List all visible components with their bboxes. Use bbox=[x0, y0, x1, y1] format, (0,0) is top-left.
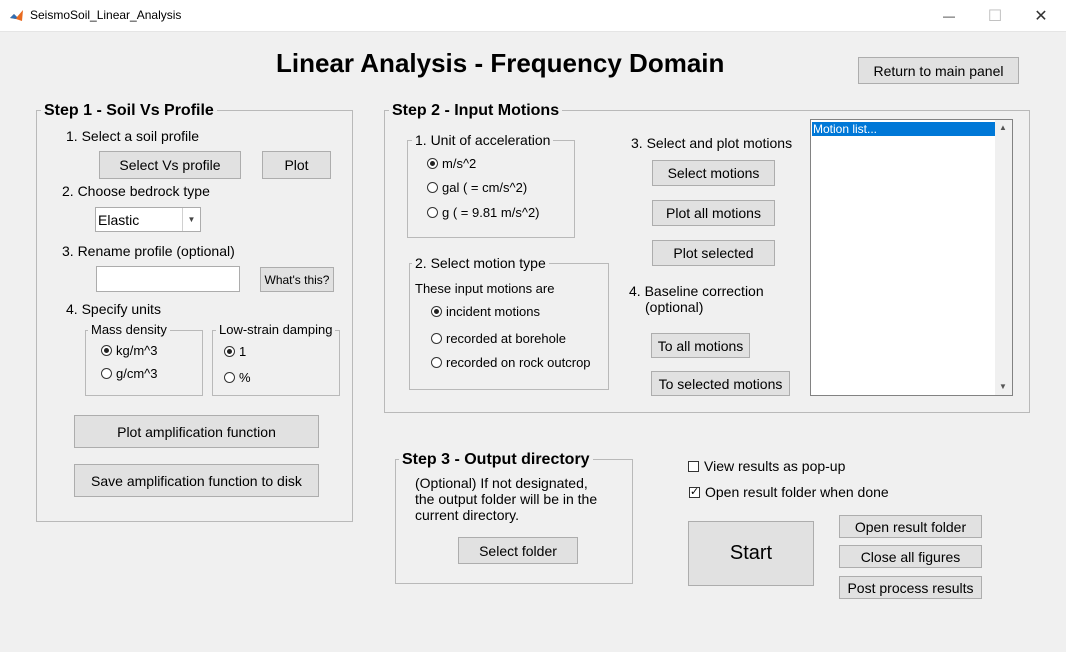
baseline-all-button[interactable]: To all motions bbox=[651, 333, 750, 358]
damping-1-radio[interactable]: 1 bbox=[224, 344, 246, 359]
radio-icon bbox=[431, 333, 442, 344]
bedrock-label: 2. Choose bedrock type bbox=[62, 183, 210, 199]
mass-density-title: Mass density bbox=[88, 322, 170, 337]
radio-selected-icon bbox=[431, 306, 442, 317]
checkbox-label: View results as pop-up bbox=[704, 458, 846, 474]
list-item[interactable]: Motion list... bbox=[812, 122, 995, 136]
step1-title: Step 1 - Soil Vs Profile bbox=[41, 102, 217, 120]
motion-listbox[interactable]: Motion list... ▲ ▼ bbox=[810, 119, 1013, 396]
radio-label: kg/m^3 bbox=[116, 343, 158, 358]
radio-label: % bbox=[239, 370, 251, 385]
step3-title: Step 3 - Output directory bbox=[399, 451, 593, 469]
unit-gal-radio[interactable]: gal ( = cm/s^2) bbox=[427, 180, 527, 195]
view-popup-checkbox[interactable]: View results as pop-up bbox=[688, 458, 845, 474]
radio-icon bbox=[427, 207, 438, 218]
rename-label: 3. Rename profile (optional) bbox=[62, 243, 235, 259]
chevron-down-icon: ▼ bbox=[182, 208, 200, 231]
radio-icon bbox=[431, 357, 442, 368]
checkbox-label: Open result folder when done bbox=[705, 484, 889, 500]
damping-group bbox=[212, 330, 340, 396]
start-button[interactable]: Start bbox=[688, 521, 814, 586]
radio-selected-icon bbox=[224, 346, 235, 357]
step3-desc-1: (Optional) If not designated, bbox=[415, 475, 588, 491]
close-window-button[interactable]: ✕ bbox=[1018, 0, 1064, 31]
select-folder-button[interactable]: Select folder bbox=[458, 537, 578, 564]
step3-desc-2: the output folder will be in the bbox=[415, 491, 598, 507]
rename-profile-input[interactable] bbox=[96, 266, 240, 292]
scroll-up-icon[interactable]: ▲ bbox=[999, 123, 1007, 132]
radio-label: g ( = 9.81 m/s^2) bbox=[442, 205, 540, 220]
incident-motions-radio[interactable]: incident motions bbox=[431, 304, 540, 319]
radio-icon bbox=[101, 368, 112, 379]
step2-title: Step 2 - Input Motions bbox=[389, 102, 563, 120]
unit-ms2-radio[interactable]: m/s^2 bbox=[427, 156, 476, 171]
radio-selected-icon bbox=[101, 345, 112, 356]
select-vs-profile-button[interactable]: Select Vs profile bbox=[99, 151, 241, 179]
units-label: 4. Specify units bbox=[66, 301, 161, 317]
checkbox-icon bbox=[688, 460, 699, 472]
checkmark-icon: ✓ bbox=[689, 485, 700, 498]
motion-type-subtitle: These input motions are bbox=[415, 281, 555, 296]
matlab-icon bbox=[10, 10, 23, 21]
baseline-label: 4. Baseline correction bbox=[629, 283, 764, 299]
mass-density-kg-radio[interactable]: kg/m^3 bbox=[101, 343, 158, 358]
maximize-button[interactable]: ☐ bbox=[972, 0, 1018, 31]
borehole-radio[interactable]: recorded at borehole bbox=[431, 331, 566, 346]
plot-selected-button[interactable]: Plot selected bbox=[652, 240, 775, 266]
motion-type-title: 2. Select motion type bbox=[412, 255, 549, 271]
scroll-down-icon[interactable]: ▼ bbox=[999, 382, 1007, 391]
title-bar: SeismoSoil_Linear_Analysis — ☐ ✕ bbox=[0, 0, 1066, 32]
unit-g-radio[interactable]: g ( = 9.81 m/s^2) bbox=[427, 205, 540, 220]
unit-acceleration-title: 1. Unit of acceleration bbox=[412, 132, 554, 148]
radio-label: gal ( = cm/s^2) bbox=[442, 180, 528, 195]
select-motions-button[interactable]: Select motions bbox=[652, 160, 775, 186]
return-main-panel-button[interactable]: Return to main panel bbox=[858, 57, 1019, 84]
minimize-icon: — bbox=[943, 8, 955, 23]
radio-label: recorded at borehole bbox=[446, 331, 566, 346]
plot-amplification-button[interactable]: Plot amplification function bbox=[74, 415, 319, 448]
radio-icon bbox=[224, 372, 235, 383]
radio-label: 1 bbox=[239, 344, 247, 359]
open-result-folder-button[interactable]: Open result folder bbox=[839, 515, 982, 538]
bedrock-value: Elastic bbox=[98, 212, 140, 228]
radio-label: g/cm^3 bbox=[116, 366, 158, 381]
rock-outcrop-radio[interactable]: recorded on rock outcrop bbox=[431, 355, 591, 370]
step3-desc-3: current directory. bbox=[415, 507, 519, 523]
post-process-button[interactable]: Post process results bbox=[839, 576, 982, 599]
maximize-icon: ☐ bbox=[987, 7, 1003, 25]
radio-label: recorded on rock outcrop bbox=[446, 355, 591, 370]
plot-all-motions-button[interactable]: Plot all motions bbox=[652, 200, 775, 226]
mass-density-group bbox=[85, 330, 203, 396]
close-icon: ✕ bbox=[1034, 7, 1048, 25]
select-profile-label: 1. Select a soil profile bbox=[66, 128, 200, 144]
minimize-button[interactable]: — bbox=[926, 0, 972, 31]
page-title: Linear Analysis - Frequency Domain bbox=[276, 48, 725, 78]
window-title: SeismoSoil_Linear_Analysis bbox=[30, 8, 182, 22]
scrollbar[interactable]: ▲ ▼ bbox=[995, 120, 1012, 395]
damping-title: Low-strain damping bbox=[216, 322, 336, 337]
baseline-selected-button[interactable]: To selected motions bbox=[651, 371, 790, 396]
bedrock-type-select[interactable]: Elastic ▼ bbox=[95, 207, 201, 232]
radio-icon bbox=[427, 182, 438, 193]
damping-percent-radio[interactable]: % bbox=[224, 370, 251, 385]
select-plot-label: 3. Select and plot motions bbox=[631, 135, 793, 151]
plot-profile-button[interactable]: Plot bbox=[262, 151, 331, 179]
close-all-figures-button[interactable]: Close all figures bbox=[839, 545, 982, 568]
save-amplification-button[interactable]: Save amplification function to disk bbox=[74, 464, 319, 497]
whats-this-button[interactable]: What's this? bbox=[260, 267, 334, 292]
mass-density-g-radio[interactable]: g/cm^3 bbox=[101, 366, 158, 381]
open-folder-checkbox[interactable]: ✓ Open result folder when done bbox=[689, 484, 889, 500]
baseline-optional-label: (optional) bbox=[645, 299, 704, 315]
radio-label: m/s^2 bbox=[442, 156, 477, 171]
radio-selected-icon bbox=[427, 158, 438, 169]
radio-label: incident motions bbox=[446, 304, 540, 319]
